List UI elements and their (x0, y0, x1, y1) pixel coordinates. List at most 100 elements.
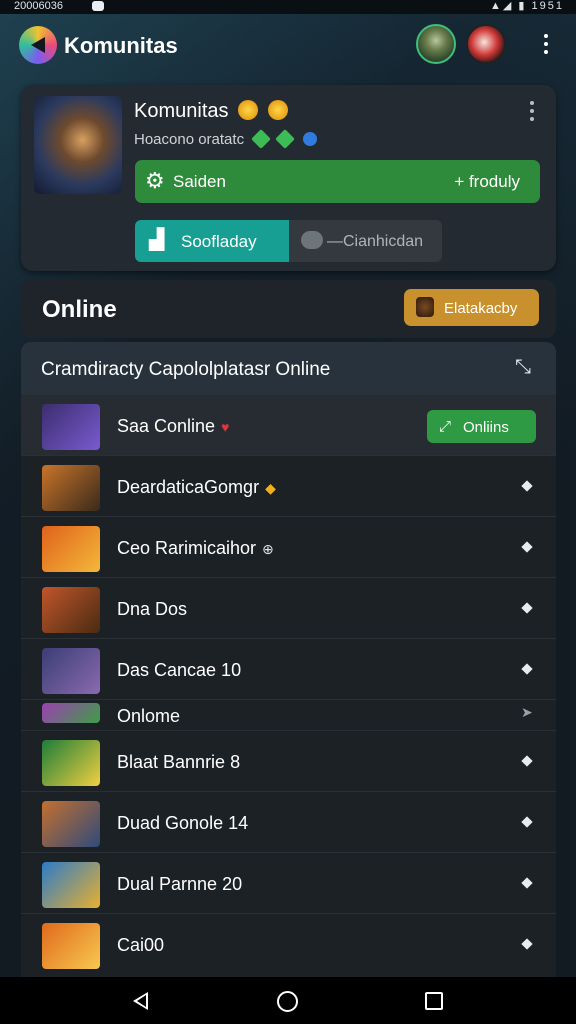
segment-button-active[interactable]: ▟ Soofladay (135, 220, 289, 262)
diamond-icon[interactable] (521, 816, 533, 828)
diamond-icon[interactable] (521, 602, 533, 614)
segment-label-active: Soofladay (181, 232, 257, 251)
online-icon: ⤢ (439, 418, 452, 435)
gear-icon: ⚙ (145, 168, 165, 193)
list-item-name: Blaat Bannrie 8 (117, 752, 240, 773)
community-avatar-image (34, 96, 122, 194)
list-item-name: Dual Parnne 20 (117, 874, 242, 895)
avatar[interactable] (416, 24, 456, 64)
community-subtitle-text: Hoacono oratatc (134, 131, 245, 148)
list-item-label: Onlome (117, 706, 181, 726)
status-mark-icon: ⊕ (262, 541, 274, 557)
diamond-icon[interactable] (521, 541, 533, 553)
list-item-label: Das Cancae 10 (117, 660, 242, 680)
list-item-label: Cai00 (117, 935, 165, 955)
list-item[interactable]: Blaat Bannrie 8 (21, 730, 556, 791)
thumbs-up-icon: ▟ (149, 229, 165, 251)
green-gem-icon (251, 129, 272, 149)
game-thumbnail (42, 703, 100, 723)
game-thumbnail (42, 923, 100, 969)
segment-label-chat: —Cianhicdan (327, 233, 424, 250)
expand-arrow-icon[interactable]: ➤ (521, 704, 533, 721)
list-item[interactable]: Dual Parnne 20 (21, 852, 556, 913)
coin-badge-icon (238, 100, 259, 120)
diamond-icon[interactable] (521, 663, 533, 675)
list-item-name: Cai00 (117, 935, 164, 956)
list-item-label: Blaat Bannrie 8 (117, 752, 241, 772)
primary-action-label: Saiden (173, 172, 226, 191)
blue-shield-icon (302, 132, 317, 146)
community-subtitle: Hoacono oratatc (134, 129, 317, 149)
home-icon[interactable] (277, 991, 298, 1012)
status-mark-icon: ♥ (221, 419, 230, 435)
primary-action-button[interactable]: ⚙ Saiden + froduly (135, 160, 540, 203)
profile-avatar[interactable] (466, 24, 506, 64)
list-item-label: Dna Dos (117, 599, 188, 619)
list-item[interactable]: Cai00 (21, 913, 556, 974)
list-item-label: Dual Parnne 20 (117, 874, 243, 894)
community-header-card: Komunitas Hoacono oratatc ⚙ Saiden + fro… (21, 85, 556, 271)
list-item-name: Onlome (117, 706, 180, 727)
list-item-label: Saa Conline (117, 416, 216, 436)
more-options-icon[interactable] (538, 34, 554, 56)
game-thumbnail (42, 404, 100, 450)
green-gem-icon (275, 129, 296, 149)
diamond-icon[interactable] (521, 480, 533, 492)
list-item-label: Duad Gonole 14 (117, 813, 249, 833)
app-bar: Komunitas (0, 14, 576, 76)
diamond-icon[interactable] (521, 938, 533, 950)
game-thumbnail (42, 862, 100, 908)
status-mark-icon: ◆ (265, 480, 276, 496)
online-title: Online (42, 296, 117, 323)
segment-button-chat[interactable]: —Cianhicdan (289, 220, 442, 262)
community-title: Komunitas (134, 100, 288, 123)
list-item[interactable]: Dna Dos (21, 577, 556, 638)
community-title-text: Komunitas (134, 100, 229, 122)
character-icon (416, 297, 434, 317)
online-button[interactable]: ⤢ Onliins (427, 410, 536, 443)
collapse-icon[interactable]: ⤡ (515, 356, 531, 379)
status-bar: 20006036 ▲◢ ▮ 1951 (0, 0, 576, 14)
system-nav-bar (0, 977, 576, 1024)
online-section-header: Online Elatakacby (21, 280, 556, 338)
game-thumbnail (42, 465, 100, 511)
game-thumbnail (42, 740, 100, 786)
card-more-icon[interactable] (527, 101, 537, 123)
online-action-label: Elatakacby (444, 300, 518, 317)
diamond-icon[interactable] (521, 877, 533, 889)
list-header[interactable]: Cramdiracty Capololplatasr Online ⤡ (21, 342, 556, 394)
game-thumbnail (42, 801, 100, 847)
notification-icon (92, 1, 104, 11)
list-item-label: Ceo Rarimicaihor (117, 538, 257, 558)
list-item[interactable]: Duad Gonole 14 (21, 791, 556, 852)
member-list: Cramdiracty Capololplatasr Online ⤡ Saa … (21, 342, 556, 977)
diamond-icon[interactable] (521, 755, 533, 767)
recent-apps-icon[interactable] (425, 992, 443, 1010)
coin-badge-icon (267, 100, 288, 120)
online-action-button[interactable]: Elatakacby (404, 289, 539, 326)
app-logo-icon[interactable] (19, 26, 57, 64)
list-item-name: DeardaticaGomgr ◆ (117, 477, 276, 498)
game-thumbnail (42, 587, 100, 633)
status-icons: ▲◢ ▮ 1951 (490, 0, 564, 12)
list-item-name: Das Cancae 10 (117, 660, 241, 681)
list-item[interactable]: Das Cancae 10 (21, 638, 556, 699)
list-item-label: DeardaticaGomgr (117, 477, 260, 497)
chat-bubble-icon (301, 231, 323, 249)
list-header-title: Cramdiracty Capololplatasr Online (41, 359, 331, 380)
app-title: Komunitas (64, 33, 178, 58)
list-item[interactable]: DeardaticaGomgr ◆ (21, 455, 556, 516)
game-thumbnail (42, 648, 100, 694)
status-time: 20006036 (14, 0, 63, 12)
list-item-name: Dna Dos (117, 599, 187, 620)
list-item[interactable]: Onlome ➤ (21, 699, 556, 729)
primary-action-right-label: + froduly (454, 172, 520, 191)
list-item-name: Duad Gonole 14 (117, 813, 248, 834)
online-button-label: Onliins (463, 419, 509, 436)
list-item[interactable]: Saa Conline ♥ ⤢ Onliins (21, 394, 556, 455)
back-icon[interactable] (133, 992, 148, 1010)
game-thumbnail (42, 526, 100, 572)
list-item-name: Ceo Rarimicaihor ⊕ (117, 538, 274, 559)
list-item-name: Saa Conline ♥ (117, 416, 229, 437)
list-item[interactable]: Ceo Rarimicaihor ⊕ (21, 516, 556, 577)
